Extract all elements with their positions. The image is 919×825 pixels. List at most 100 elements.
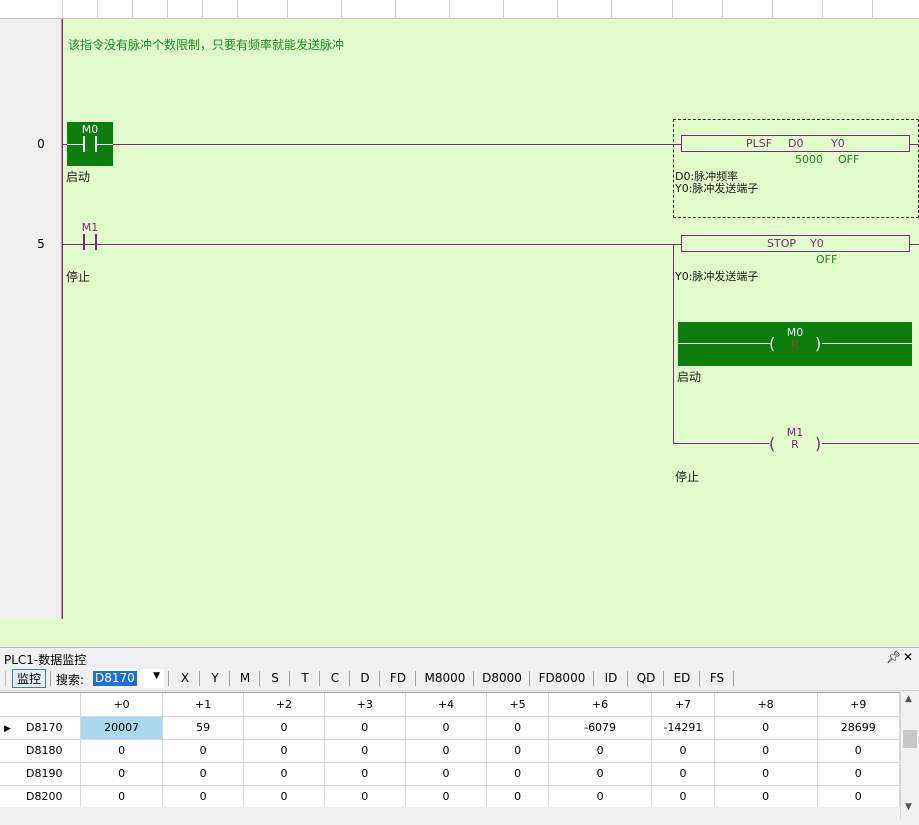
column-header[interactable]: +5	[486, 693, 549, 717]
scroll-thumb[interactable]	[903, 730, 917, 748]
chevron-down-icon[interactable]: ▼	[153, 671, 160, 681]
data-cell[interactable]: 0	[405, 785, 488, 807]
filter-button-id[interactable]: ID	[596, 669, 626, 688]
filter-button-t[interactable]: T	[292, 669, 318, 688]
ladder-editor[interactable]: 该指令没有脉冲个数限制，只要有频率就能发送脉冲 0 M0 启动 PLSF D0 …	[0, 0, 919, 645]
data-cell[interactable]: 0	[651, 762, 715, 786]
data-cell[interactable]: 0	[651, 785, 715, 807]
column-header[interactable]: +7	[651, 693, 715, 717]
scroll-up-icon[interactable]: ▲	[905, 694, 912, 704]
row-address[interactable]: D8180	[0, 739, 81, 763]
filter-button-fd8000[interactable]: FD8000	[532, 669, 592, 688]
data-cell[interactable]: 0	[243, 785, 325, 807]
column-header[interactable]: +0	[80, 693, 164, 717]
data-cell[interactable]: 20007	[80, 716, 164, 740]
table-row[interactable]: ▶ D8170 20007 59 0 0 0 0 -6079 -14291 0 28699	[0, 716, 900, 740]
filter-button-fd[interactable]: FD	[382, 669, 414, 688]
column-header[interactable]: +1	[162, 693, 245, 717]
table-row[interactable]: D8200 0 0 0 0 0 0 0 0 0 0	[0, 785, 900, 807]
data-cell[interactable]: 0	[324, 739, 406, 763]
search-input[interactable]: D8170	[93, 671, 137, 686]
operand-value: 5000	[795, 153, 823, 166]
data-cell[interactable]: 0	[324, 762, 406, 786]
toolbar-separator	[349, 671, 350, 686]
data-cell[interactable]: -14291	[651, 716, 715, 740]
table-row[interactable]: D8180 0 0 0 0 0 0 0 0 0 0	[0, 739, 900, 763]
filter-button-x[interactable]: X	[172, 669, 198, 688]
data-cell[interactable]: 0	[80, 739, 164, 763]
filter-button-m[interactable]: M	[232, 669, 258, 688]
close-icon[interactable]: ✕	[903, 650, 913, 664]
data-cell[interactable]: 0	[817, 785, 900, 807]
data-cell[interactable]: 0	[162, 762, 245, 786]
data-cell[interactable]: 0	[243, 739, 325, 763]
data-cell[interactable]: 0	[548, 785, 653, 807]
data-cell[interactable]: 0	[80, 762, 164, 786]
filter-button-d[interactable]: D	[352, 669, 378, 688]
column-header[interactable]: +3	[324, 693, 406, 717]
data-cell[interactable]: 0	[243, 762, 325, 786]
filter-button-y[interactable]: Y	[202, 669, 228, 688]
column-header[interactable]: +8	[714, 693, 818, 717]
filter-button-c[interactable]: C	[322, 669, 348, 688]
search-label: 搜索:	[56, 673, 85, 687]
coil-reset-m1[interactable]: M1 ( R )	[678, 422, 919, 466]
instruction-stop[interactable]: STOP Y0	[681, 235, 910, 252]
rung-wire	[63, 144, 673, 145]
column-header[interactable]: +9	[817, 693, 900, 717]
contact-m0[interactable]: M0	[67, 122, 113, 166]
data-cell[interactable]: 0	[486, 716, 549, 740]
data-cell[interactable]: 0	[714, 739, 818, 763]
data-cell[interactable]: 0	[243, 716, 325, 740]
table-row[interactable]: D8190 0 0 0 0 0 0 0 0 0 0	[0, 762, 900, 786]
filter-button-fs[interactable]: FS	[702, 669, 732, 688]
row-address[interactable]: D8190	[0, 762, 81, 786]
column-header[interactable]: +4	[405, 693, 488, 717]
contact-comment: 启动	[66, 170, 91, 184]
search-combobox[interactable]: D8170 ▼	[92, 669, 164, 688]
filter-button-qd[interactable]: QD	[630, 669, 662, 688]
data-cell[interactable]: 0	[651, 739, 715, 763]
data-cell[interactable]: 0	[405, 739, 488, 763]
data-cell[interactable]: 0	[324, 785, 406, 807]
filter-button-m8000[interactable]: M8000	[418, 669, 472, 688]
column-header[interactable]: +2	[243, 693, 325, 717]
row-address[interactable]: ▶ D8170	[0, 716, 81, 740]
data-cell[interactable]: 28699	[817, 716, 900, 740]
instruction-plsf[interactable]: PLSF D0 Y0	[681, 135, 910, 152]
coil-reset-m0[interactable]: M0 ( R )	[678, 322, 912, 366]
data-cell[interactable]: 0	[548, 739, 653, 763]
monitor-data-grid[interactable]: +0 +1 +2 +3 +4 +5 +6 +7 +8 +9 ▶ D8170 2000…	[0, 692, 900, 807]
data-cell[interactable]: 0	[817, 762, 900, 786]
vertical-scrollbar[interactable]: ▲ ▼	[900, 692, 919, 819]
data-cell[interactable]: 0	[405, 716, 488, 740]
data-cell[interactable]: 0	[80, 785, 164, 807]
data-cell[interactable]: 0	[817, 739, 900, 763]
rung-header-comment: 该指令没有脉冲个数限制，只要有频率就能发送脉冲	[68, 38, 345, 52]
data-cell[interactable]: 0	[548, 762, 653, 786]
data-cell[interactable]: 0	[486, 762, 549, 786]
data-cell[interactable]: 0	[162, 785, 245, 807]
data-cell[interactable]: 59	[162, 716, 245, 740]
row-address[interactable]: D8200	[0, 785, 81, 807]
filter-button-ed[interactable]: ED	[666, 669, 698, 688]
filter-button-s[interactable]: S	[262, 669, 288, 688]
data-cell[interactable]: 0	[324, 716, 406, 740]
monitor-toggle-button[interactable]: 监控	[12, 669, 46, 688]
data-cell[interactable]: 0	[714, 716, 818, 740]
scroll-down-icon[interactable]: ▼	[905, 802, 912, 812]
step-number-gutter	[0, 19, 62, 619]
data-cell[interactable]: 0	[486, 739, 549, 763]
data-cell[interactable]: 0	[714, 785, 818, 807]
contact-m1[interactable]: M1	[67, 220, 113, 264]
step-number: 0	[37, 137, 45, 151]
pin-icon[interactable]: 📌︎	[886, 650, 901, 664]
column-header[interactable]: +6	[548, 693, 653, 717]
data-cell[interactable]: 0	[486, 785, 549, 807]
filter-button-d8000[interactable]: D8000	[476, 669, 528, 688]
monitor-toolbar: 监控 搜索: D8170 ▼ X Y M S T C D FD M8000 D8000 FD8000…	[0, 667, 919, 691]
data-cell[interactable]: -6079	[548, 716, 653, 740]
data-cell[interactable]: 0	[162, 739, 245, 763]
data-cell[interactable]: 0	[405, 762, 488, 786]
data-cell[interactable]: 0	[714, 762, 818, 786]
